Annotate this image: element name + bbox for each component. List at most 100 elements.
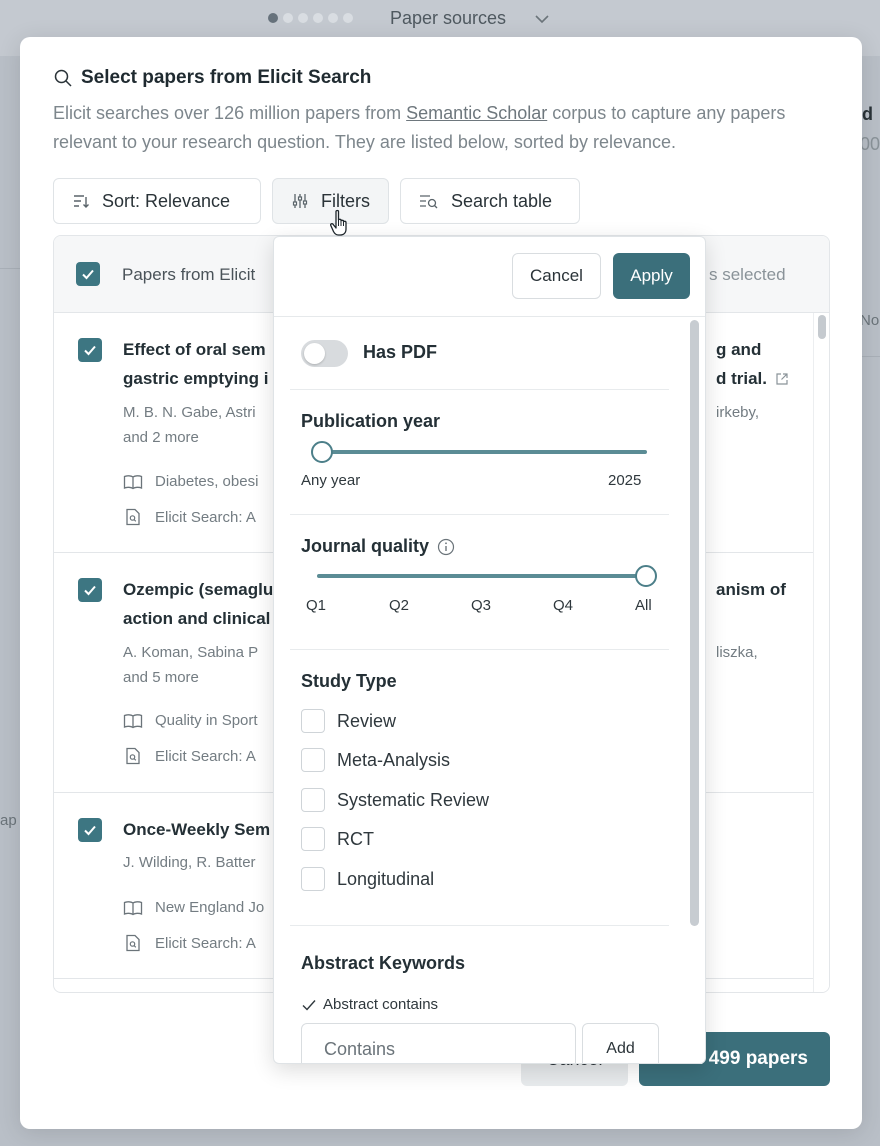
study-type-option-review[interactable]: Review (301, 709, 396, 733)
paper-title-line: action and clinical (123, 609, 271, 628)
background-divider (862, 356, 880, 357)
authors-line: and 2 more (123, 429, 199, 446)
source-name: Elicit Search: A (155, 508, 256, 526)
checkbox[interactable] (301, 827, 325, 851)
search-table-icon (420, 195, 438, 209)
journal-quality-slider-handle[interactable] (635, 565, 657, 587)
quality-tick-label: All (635, 597, 652, 614)
paper-title-line: d trial. (716, 369, 768, 388)
section-divider (290, 925, 669, 926)
quality-tick-label: Q4 (553, 597, 574, 614)
checkmark-icon (84, 825, 96, 836)
source-name: Elicit Search: A (155, 934, 256, 952)
paper-authors: M. B. N. Gabe, Astri and 2 more (123, 400, 273, 450)
paper-title-continued[interactable]: g and d trial. (716, 335, 789, 393)
step-dot (283, 13, 293, 23)
paper-authors: A. Koman, Sabina P and 5 more (123, 640, 273, 690)
filters-apply-button[interactable]: Apply (613, 253, 690, 299)
table-scrollbar[interactable] (813, 313, 829, 992)
sliders-icon (292, 194, 308, 208)
paper-source: Elicit Search: A (123, 508, 273, 526)
study-type-option-longitudinal[interactable]: Longitudinal (301, 867, 434, 891)
paper-title-continued[interactable]: anism of (716, 575, 786, 604)
checkbox[interactable] (301, 748, 325, 772)
section-divider (290, 389, 669, 390)
paper-title[interactable]: Ozempic (semaglu action and clinical (123, 575, 273, 633)
paper-title-line: gastric emptying i (123, 369, 269, 388)
publication-year-slider-track[interactable] (312, 450, 647, 454)
journal-quality-slider-track[interactable] (317, 574, 647, 578)
has-pdf-label: Has PDF (363, 342, 438, 362)
study-type-option-meta-analysis[interactable]: Meta-Analysis (301, 748, 450, 772)
search-table-button[interactable]: Search table (400, 178, 580, 224)
filters-scrollbar[interactable] (688, 320, 700, 1063)
has-pdf-toggle[interactable] (301, 340, 348, 367)
filters-scroll-thumb[interactable] (690, 320, 699, 926)
external-link-icon[interactable] (775, 372, 789, 386)
paper-source: Elicit Search: A (123, 747, 273, 765)
row-checkbox[interactable] (78, 338, 102, 362)
checkmark-icon (82, 269, 94, 280)
paper-journal: Diabetes, obesi (123, 473, 273, 490)
table-header-label: Papers from Elicit (122, 265, 256, 284)
option-label: Systematic Review (337, 789, 490, 810)
add-keyword-button[interactable]: Add (582, 1023, 659, 1063)
study-type-option-systematic-review[interactable]: Systematic Review (301, 788, 489, 812)
background-fragment: ap (0, 812, 17, 829)
checkmark-icon (84, 585, 96, 596)
chevron-down-icon (535, 15, 549, 24)
semantic-scholar-link[interactable]: Semantic Scholar (406, 103, 547, 123)
row-checkbox[interactable] (78, 578, 102, 602)
abstract-keyword-input[interactable] (301, 1023, 576, 1063)
source-name: Elicit Search: A (155, 747, 256, 765)
book-icon (123, 474, 143, 489)
paper-title[interactable]: Effect of oral sem gastric emptying i (123, 335, 273, 393)
book-icon (123, 713, 143, 728)
background-fragment: No (860, 312, 880, 329)
document-icon (126, 508, 140, 526)
paper-authors-continued: irkeby, (716, 404, 760, 421)
paper-source: Elicit Search: A (123, 934, 273, 952)
option-label: Meta-Analysis (337, 749, 451, 770)
checkbox[interactable] (301, 867, 325, 891)
paper-title-line: anism of (716, 580, 786, 599)
option-label: Review (337, 710, 397, 731)
step-indicator (268, 13, 353, 23)
abstract-contains-label: Abstract contains (323, 996, 439, 1013)
row-checkbox[interactable] (78, 818, 102, 842)
option-label: RCT (337, 828, 374, 849)
checkbox[interactable] (301, 788, 325, 812)
filters-popup-header: Cancel Apply (274, 237, 705, 317)
document-icon (126, 934, 140, 952)
step-dot (313, 13, 323, 23)
step-dot (268, 13, 278, 23)
table-scroll-thumb[interactable] (818, 315, 826, 339)
hand-pointer-cursor (330, 209, 347, 236)
select-all-checkbox[interactable] (76, 262, 100, 286)
modal-title-text: Select papers from Elicit Search (81, 67, 372, 88)
info-icon[interactable] (437, 538, 455, 556)
paper-journal: Quality in Sport (123, 712, 273, 729)
study-type-option-rct[interactable]: RCT (301, 827, 374, 851)
year-min-label: Any year (301, 472, 361, 489)
authors-line: and 5 more (123, 669, 199, 686)
quality-tick-label: Q1 (306, 597, 327, 614)
abstract-keywords-title: Abstract Keywords (301, 953, 466, 973)
paper-authors-continued: liszka, (716, 644, 758, 661)
option-label: Longitudinal (337, 868, 435, 889)
checkbox[interactable] (301, 709, 325, 733)
paper-title[interactable]: Once-Weekly Sem (123, 815, 273, 844)
journal-name: New England Jo (155, 899, 265, 916)
paper-title-line: Once-Weekly Sem (123, 820, 271, 839)
selected-count: s selected (709, 265, 786, 284)
quality-tick-label: Q2 (389, 597, 410, 614)
background-fragment: 00 (860, 134, 880, 154)
toggle-knob (304, 343, 325, 364)
publication-year-slider-handle[interactable] (311, 441, 333, 463)
sort-button[interactable]: Sort: Relevance (53, 178, 261, 224)
journal-quality-title: Journal quality (301, 536, 455, 557)
authors-line: J. Wilding, R. Batter (123, 854, 256, 871)
paper-title-line: Effect of oral sem (123, 340, 266, 359)
abstract-contains-selector[interactable]: Abstract contains (301, 996, 438, 1013)
filters-cancel-button[interactable]: Cancel (512, 253, 601, 299)
